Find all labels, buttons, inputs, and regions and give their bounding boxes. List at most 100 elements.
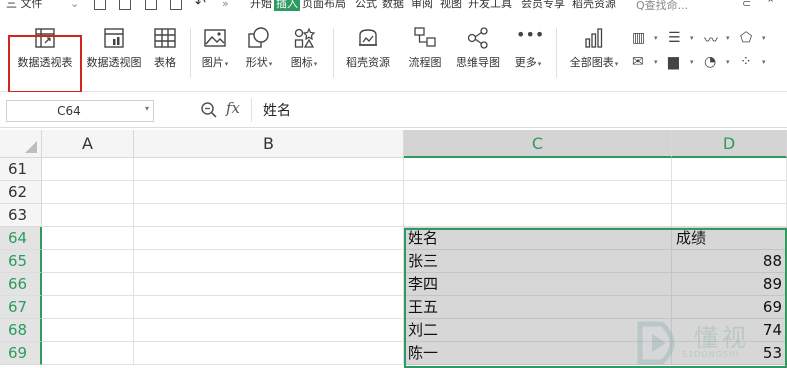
cell-c65[interactable]: 张三 bbox=[404, 250, 672, 273]
share-icon[interactable]: ⊂ bbox=[742, 0, 751, 10]
column-chart-icon: ▥ bbox=[632, 30, 646, 46]
cell-b65[interactable] bbox=[134, 250, 404, 273]
picture-button[interactable]: 图片▾ bbox=[196, 26, 234, 86]
mindmap-icon bbox=[467, 27, 488, 49]
export-icon[interactable] bbox=[119, 0, 131, 10]
cell-b63[interactable] bbox=[134, 204, 404, 227]
cell-b62[interactable] bbox=[134, 181, 404, 204]
cell-d64[interactable]: 成绩 bbox=[672, 227, 787, 250]
cell-d65[interactable]: 88 bbox=[672, 250, 787, 273]
cell-c64[interactable]: 姓名 bbox=[404, 227, 672, 250]
chevron-down-icon[interactable]: ▾ bbox=[145, 104, 149, 113]
column-header-c[interactable]: C bbox=[404, 130, 672, 158]
cell-c63[interactable] bbox=[404, 204, 672, 227]
formula-input[interactable]: 姓名 bbox=[263, 100, 291, 120]
tab-insert[interactable]: 插入 bbox=[274, 0, 300, 11]
cell-a61[interactable] bbox=[42, 158, 134, 181]
cell-a67[interactable] bbox=[42, 296, 134, 319]
row-header-65[interactable]: 65 bbox=[0, 250, 42, 273]
radar-chart-dropdown[interactable]: ⬠ ▾ bbox=[740, 30, 772, 48]
cell-a66[interactable] bbox=[42, 273, 134, 296]
scatter-chart-dropdown[interactable]: ⁘ ▾ bbox=[740, 54, 772, 72]
more-button[interactable]: ••• 更多▾ bbox=[508, 26, 548, 86]
cell-c69[interactable]: 陈一 bbox=[404, 342, 672, 365]
all-charts-button[interactable]: 全部图表▾ bbox=[563, 26, 625, 86]
undo-icon[interactable]: ↶ bbox=[195, 0, 206, 11]
cell-a65[interactable] bbox=[42, 250, 134, 273]
cell-a62[interactable] bbox=[42, 181, 134, 204]
print-preview-icon[interactable] bbox=[170, 0, 182, 10]
tab-view[interactable]: 视图 bbox=[440, 0, 462, 11]
tab-page-layout[interactable]: 页面布局 bbox=[302, 0, 346, 11]
stock-chart-dropdown[interactable]: ▆ ▾ bbox=[668, 54, 700, 72]
more-quick-icon[interactable]: » bbox=[222, 0, 229, 11]
table-button[interactable]: 表格 bbox=[148, 26, 182, 86]
expand-icon[interactable]: ⌃ bbox=[766, 0, 775, 10]
shape-button[interactable]: 形状▾ bbox=[240, 26, 278, 86]
row-header-63[interactable]: 63 bbox=[0, 204, 42, 227]
map-chart-dropdown[interactable]: ✉ ▾ bbox=[632, 54, 664, 72]
column-header-a[interactable]: A bbox=[42, 130, 134, 158]
cell-d62[interactable] bbox=[672, 181, 787, 204]
zoom-icon[interactable] bbox=[200, 101, 218, 119]
tab-data[interactable]: 数据 bbox=[382, 0, 404, 11]
cell-c66[interactable]: 李四 bbox=[404, 273, 672, 296]
cell-c68[interactable]: 刘二 bbox=[404, 319, 672, 342]
cell-b64[interactable] bbox=[134, 227, 404, 250]
bar-chart-dropdown[interactable]: ☰ ▾ bbox=[668, 30, 700, 48]
docer-resource-button[interactable]: 稻壳资源 bbox=[338, 26, 398, 86]
row-header-68[interactable]: 68 bbox=[0, 319, 42, 342]
line-chart-dropdown[interactable]: 〰 ▾ bbox=[704, 30, 736, 49]
cell-b69[interactable] bbox=[134, 342, 404, 365]
cell-d61[interactable] bbox=[672, 158, 787, 181]
picture-label: 图片▾ bbox=[201, 56, 229, 69]
chevron-down-icon[interactable]: ⌄ bbox=[70, 0, 79, 11]
fx-icon[interactable]: fx bbox=[226, 99, 240, 117]
select-all-corner[interactable] bbox=[0, 130, 42, 158]
cell-d66[interactable]: 89 bbox=[672, 273, 787, 296]
cell-c62[interactable] bbox=[404, 181, 672, 204]
row-header-66[interactable]: 66 bbox=[0, 273, 42, 296]
cell-c67[interactable]: 王五 bbox=[404, 296, 672, 319]
pie-chart-dropdown[interactable]: ◔ ▾ bbox=[704, 54, 736, 72]
column-header-b[interactable]: B bbox=[134, 130, 404, 158]
cell-d63[interactable] bbox=[672, 204, 787, 227]
cell-b67[interactable] bbox=[134, 296, 404, 319]
row-header-62[interactable]: 62 bbox=[0, 181, 42, 204]
tab-developer[interactable]: 开发工具 bbox=[468, 0, 512, 11]
cell-d67[interactable]: 69 bbox=[672, 296, 787, 319]
cell-a69[interactable] bbox=[42, 342, 134, 365]
flowchart-button[interactable]: 流程图 bbox=[402, 26, 448, 86]
cell-a63[interactable] bbox=[42, 204, 134, 227]
row-header-67[interactable]: 67 bbox=[0, 296, 42, 319]
tab-home[interactable]: 开始 bbox=[250, 0, 272, 11]
stock-chart-icon: ▆ bbox=[668, 54, 679, 70]
cell-c61[interactable] bbox=[404, 158, 672, 181]
cell-b68[interactable] bbox=[134, 319, 404, 342]
tab-member[interactable]: 会员专享 bbox=[521, 0, 565, 11]
mindmap-button[interactable]: 思维导图 bbox=[450, 26, 506, 86]
icon-library-button[interactable]: 图标▾ bbox=[284, 26, 324, 86]
file-menu[interactable]: 三 文件 bbox=[6, 0, 43, 11]
cell-b66[interactable] bbox=[134, 273, 404, 296]
cell-b61[interactable] bbox=[134, 158, 404, 181]
cell-d69[interactable]: 53 bbox=[672, 342, 787, 365]
print-icon[interactable] bbox=[145, 0, 157, 10]
row-header-64[interactable]: 64 bbox=[0, 227, 42, 250]
tab-formulas[interactable]: 公式 bbox=[355, 0, 377, 11]
pivot-chart-button[interactable]: 数据透视图 bbox=[82, 26, 146, 86]
row-header-69[interactable]: 69 bbox=[0, 342, 42, 365]
tab-docer[interactable]: 稻壳资源 bbox=[572, 0, 616, 11]
column-chart-dropdown[interactable]: ▥ ▾ bbox=[632, 30, 664, 48]
sheet-grid[interactable]: A B C D 61 62 63 64 姓名 成绩 65 张三 88 66 李四 89 67 王五 69 68 刘二 74… bbox=[0, 130, 787, 368]
cell-d68[interactable]: 74 bbox=[672, 319, 787, 342]
flowchart-label: 流程图 bbox=[408, 56, 442, 69]
column-header-d[interactable]: D bbox=[672, 130, 787, 158]
cell-a64[interactable] bbox=[42, 227, 134, 250]
row-header-61[interactable]: 61 bbox=[0, 158, 42, 181]
save-icon[interactable] bbox=[94, 0, 106, 10]
cell-a68[interactable] bbox=[42, 319, 134, 342]
tab-review[interactable]: 审阅 bbox=[411, 0, 433, 11]
shape-icon bbox=[248, 27, 269, 48]
name-box[interactable]: C64 ▾ bbox=[6, 100, 154, 122]
